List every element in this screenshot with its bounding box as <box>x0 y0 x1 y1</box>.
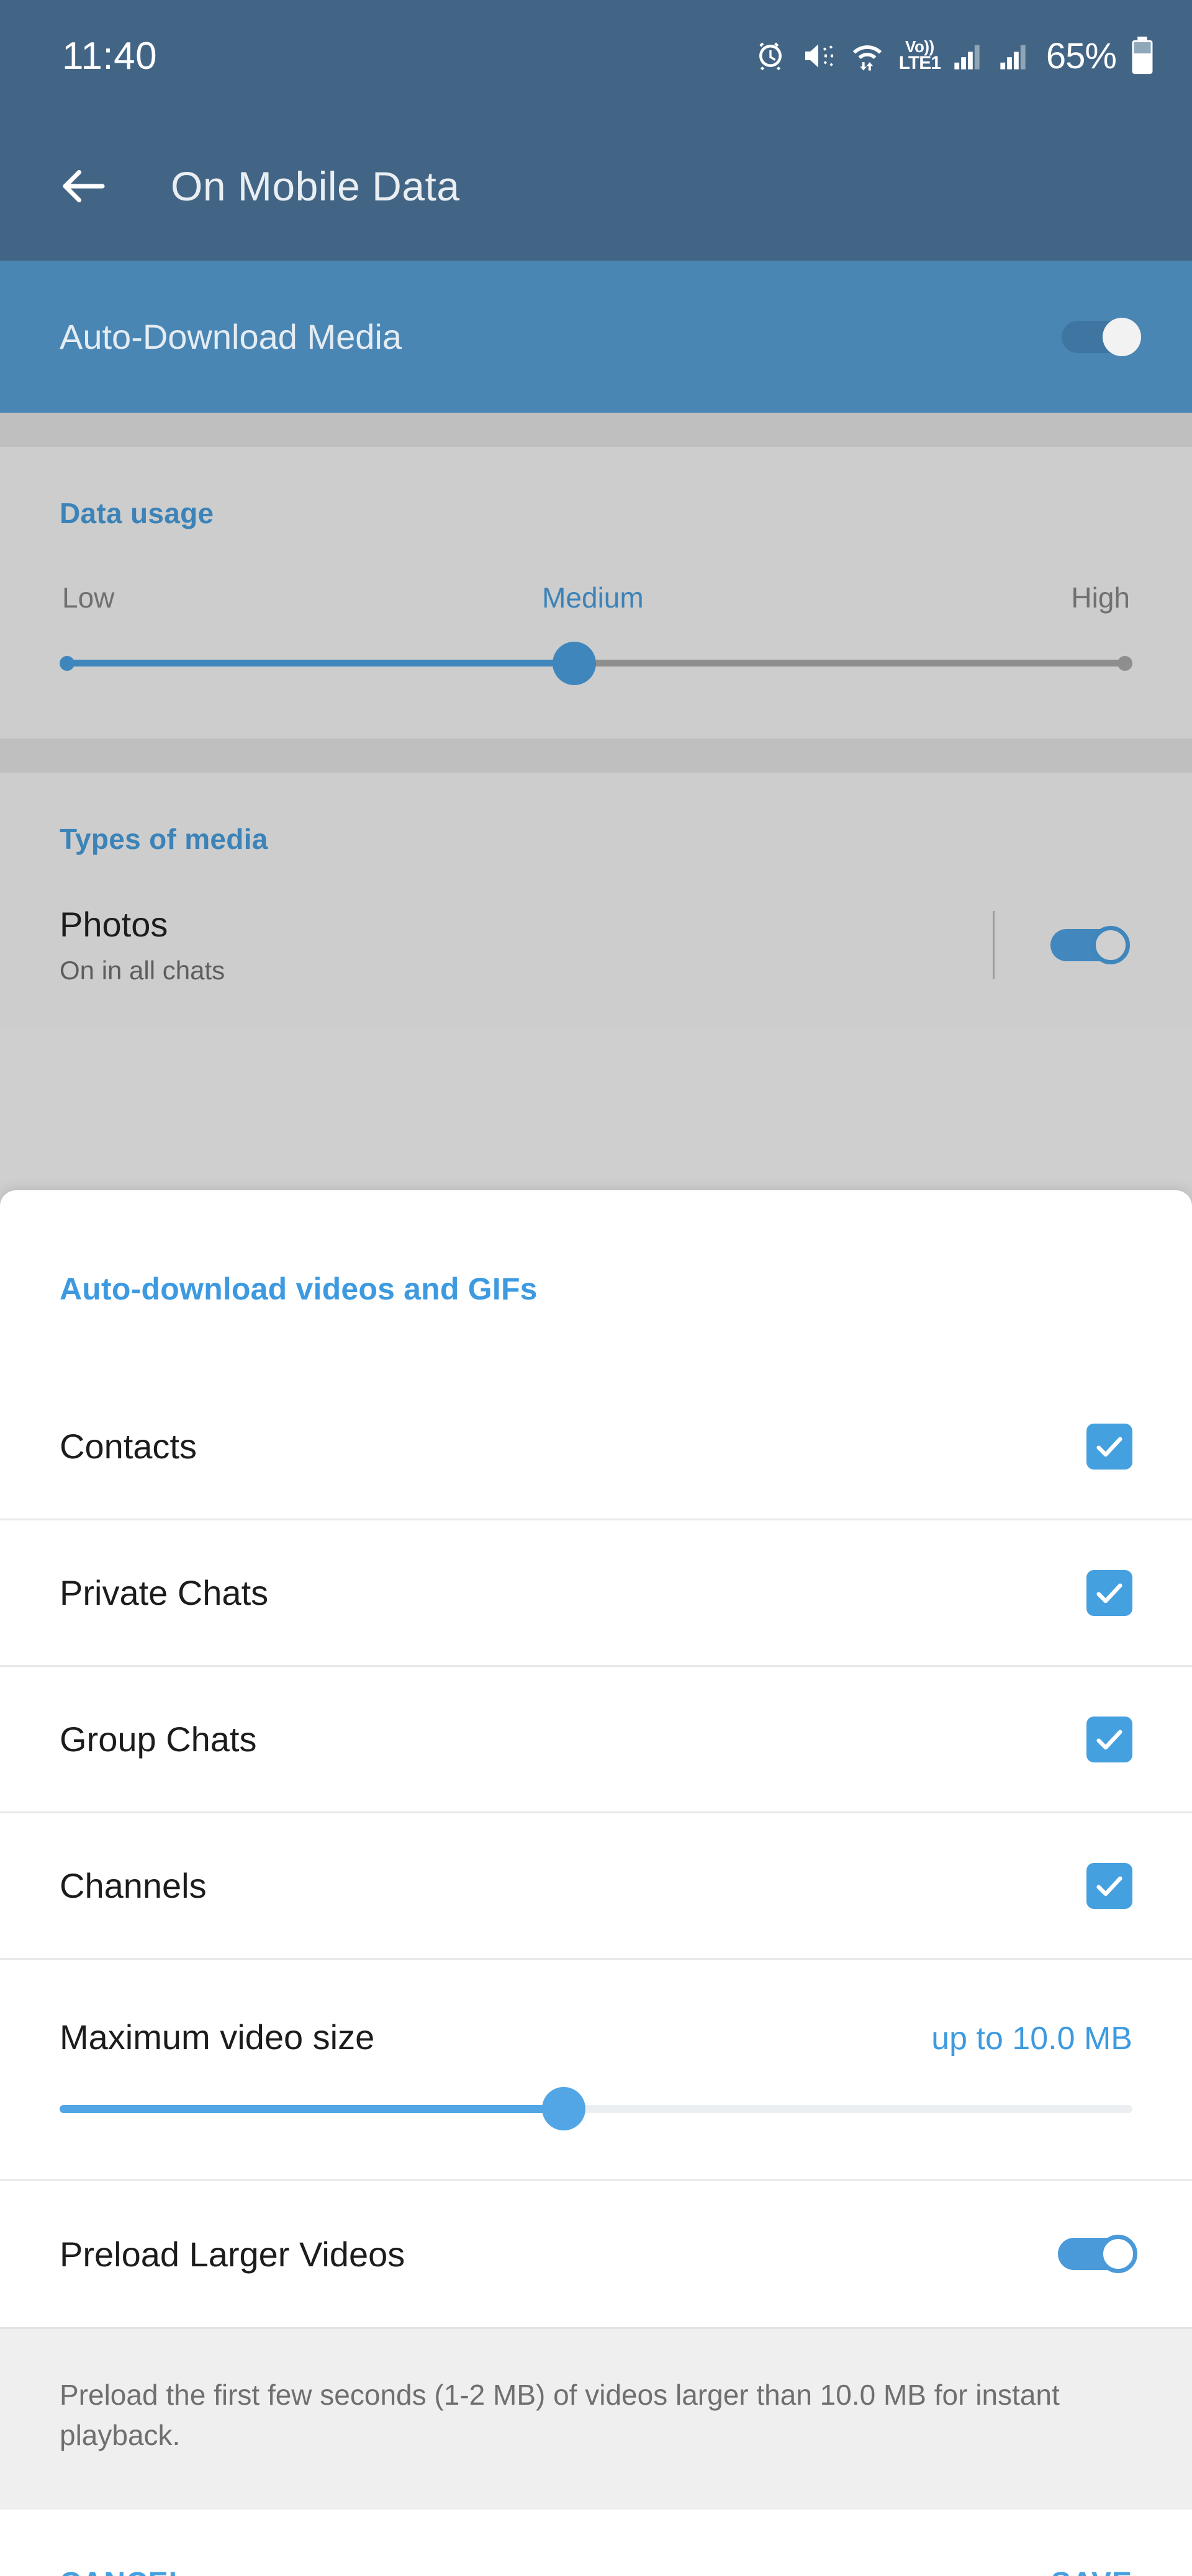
check-icon <box>1093 1723 1126 1756</box>
data-usage-option-labels: Low Medium High <box>60 581 1132 614</box>
photos-toggle[interactable] <box>1050 926 1132 964</box>
data-usage-option-high[interactable]: High <box>1071 581 1130 614</box>
types-of-media-title: Types of media <box>60 773 1132 856</box>
checkbox-row-group-chats[interactable]: Group Chats <box>0 1667 1192 1813</box>
slider-fill <box>70 660 574 666</box>
check-icon <box>1093 1577 1126 1609</box>
vertical-divider <box>993 911 995 979</box>
maximum-video-size-label: Maximum video size <box>60 2017 374 2057</box>
battery-icon <box>1130 37 1155 75</box>
sheet-title: Auto-download videos and GIFs <box>0 1190 1192 1307</box>
volte-icon: Vo)) LTE1 <box>899 39 941 72</box>
group-chats-checkbox[interactable] <box>1086 1717 1132 1762</box>
vibrate-mute-icon <box>801 38 836 73</box>
preload-larger-videos-toggle[interactable] <box>1058 2235 1140 2273</box>
auto-download-media-toggle[interactable] <box>1062 318 1144 356</box>
back-arrow-icon[interactable] <box>56 158 112 214</box>
slider-thumb[interactable] <box>542 2087 585 2130</box>
section-gap <box>0 413 1192 447</box>
slider-fill <box>60 2105 564 2113</box>
cancel-button[interactable]: CANCEL <box>60 2566 187 2576</box>
media-row-texts: Photos On in all chats <box>60 904 225 985</box>
auto-download-media-label: Auto-Download Media <box>60 316 402 357</box>
types-of-media-section: Types of media Photos On in all chats <box>0 773 1192 1026</box>
page-title: On Mobile Data <box>171 163 460 210</box>
toggle-thumb <box>1103 318 1141 356</box>
chat-type-checkbox-list: Contacts Private Chats Group Chats <box>0 1374 1192 1960</box>
auto-download-videos-sheet: Auto-download videos and GIFs Contacts P… <box>0 1190 1192 2576</box>
preload-description: Preload the first few seconds (1-2 MB) o… <box>0 2327 1192 2510</box>
preload-description-text: Preload the first few seconds (1-2 MB) o… <box>60 2375 1132 2456</box>
status-icon-tray: Vo)) LTE1 65% <box>754 35 1155 77</box>
media-row-title: Photos <box>60 904 225 945</box>
maximum-video-size-header: Maximum video size up to 10.0 MB <box>60 1960 1132 2057</box>
channels-checkbox[interactable] <box>1086 1863 1132 1909</box>
maximum-video-size-block: Maximum video size up to 10.0 MB <box>0 1960 1192 2181</box>
wifi-transfer-icon <box>849 38 885 74</box>
checkbox-row-contacts[interactable]: Contacts <box>0 1374 1192 1520</box>
app-bar: On Mobile Data <box>0 112 1192 261</box>
signal-sim2-icon <box>998 40 1030 72</box>
maximum-video-size-value: up to 10.0 MB <box>931 2020 1132 2057</box>
checkbox-label: Private Chats <box>60 1573 268 1613</box>
status-clock: 11:40 <box>62 34 157 78</box>
data-usage-title: Data usage <box>60 447 1132 530</box>
checkbox-row-private-chats[interactable]: Private Chats <box>0 1520 1192 1667</box>
signal-sim1-icon <box>952 40 984 72</box>
preload-larger-videos-row[interactable]: Preload Larger Videos <box>0 2181 1192 2327</box>
save-button[interactable]: SAVE <box>1051 2566 1132 2576</box>
toggle-thumb <box>1099 2235 1137 2273</box>
media-row-controls <box>993 911 1132 979</box>
check-icon <box>1093 1430 1126 1463</box>
media-row-subtitle: On in all chats <box>60 956 225 985</box>
data-usage-option-low[interactable]: Low <box>62 581 114 614</box>
phone-screen: 11:40 <box>0 0 1192 2576</box>
toggle-thumb <box>1091 926 1130 964</box>
check-icon <box>1093 1870 1126 1902</box>
checkbox-label: Group Chats <box>60 1719 257 1759</box>
battery-percent-label: 65% <box>1046 35 1116 77</box>
slider-tick-low[interactable] <box>60 656 74 671</box>
media-row-photos[interactable]: Photos On in all chats <box>60 904 1132 1026</box>
private-chats-checkbox[interactable] <box>1086 1570 1132 1616</box>
slider-thumb[interactable] <box>553 642 596 685</box>
maximum-video-size-slider[interactable] <box>60 2087 1132 2130</box>
data-usage-option-medium[interactable]: Medium <box>542 581 644 614</box>
section-gap <box>0 738 1192 773</box>
checkbox-row-channels[interactable]: Channels <box>0 1813 1192 1960</box>
data-usage-slider[interactable] <box>60 642 1132 685</box>
alarm-icon <box>754 39 787 73</box>
status-bar: 11:40 <box>0 0 1192 112</box>
volte-bottom-label: LTE1 <box>899 55 941 73</box>
auto-download-media-row[interactable]: Auto-Download Media <box>0 261 1192 413</box>
checkbox-label: Contacts <box>60 1426 197 1466</box>
slider-tick-high[interactable] <box>1118 656 1132 671</box>
data-usage-section: Data usage Low Medium High <box>0 447 1192 738</box>
preload-larger-videos-label: Preload Larger Videos <box>60 2234 405 2274</box>
sheet-actions: CANCEL SAVE <box>0 2510 1192 2576</box>
contacts-checkbox[interactable] <box>1086 1424 1132 1470</box>
checkbox-label: Channels <box>60 1865 207 1906</box>
